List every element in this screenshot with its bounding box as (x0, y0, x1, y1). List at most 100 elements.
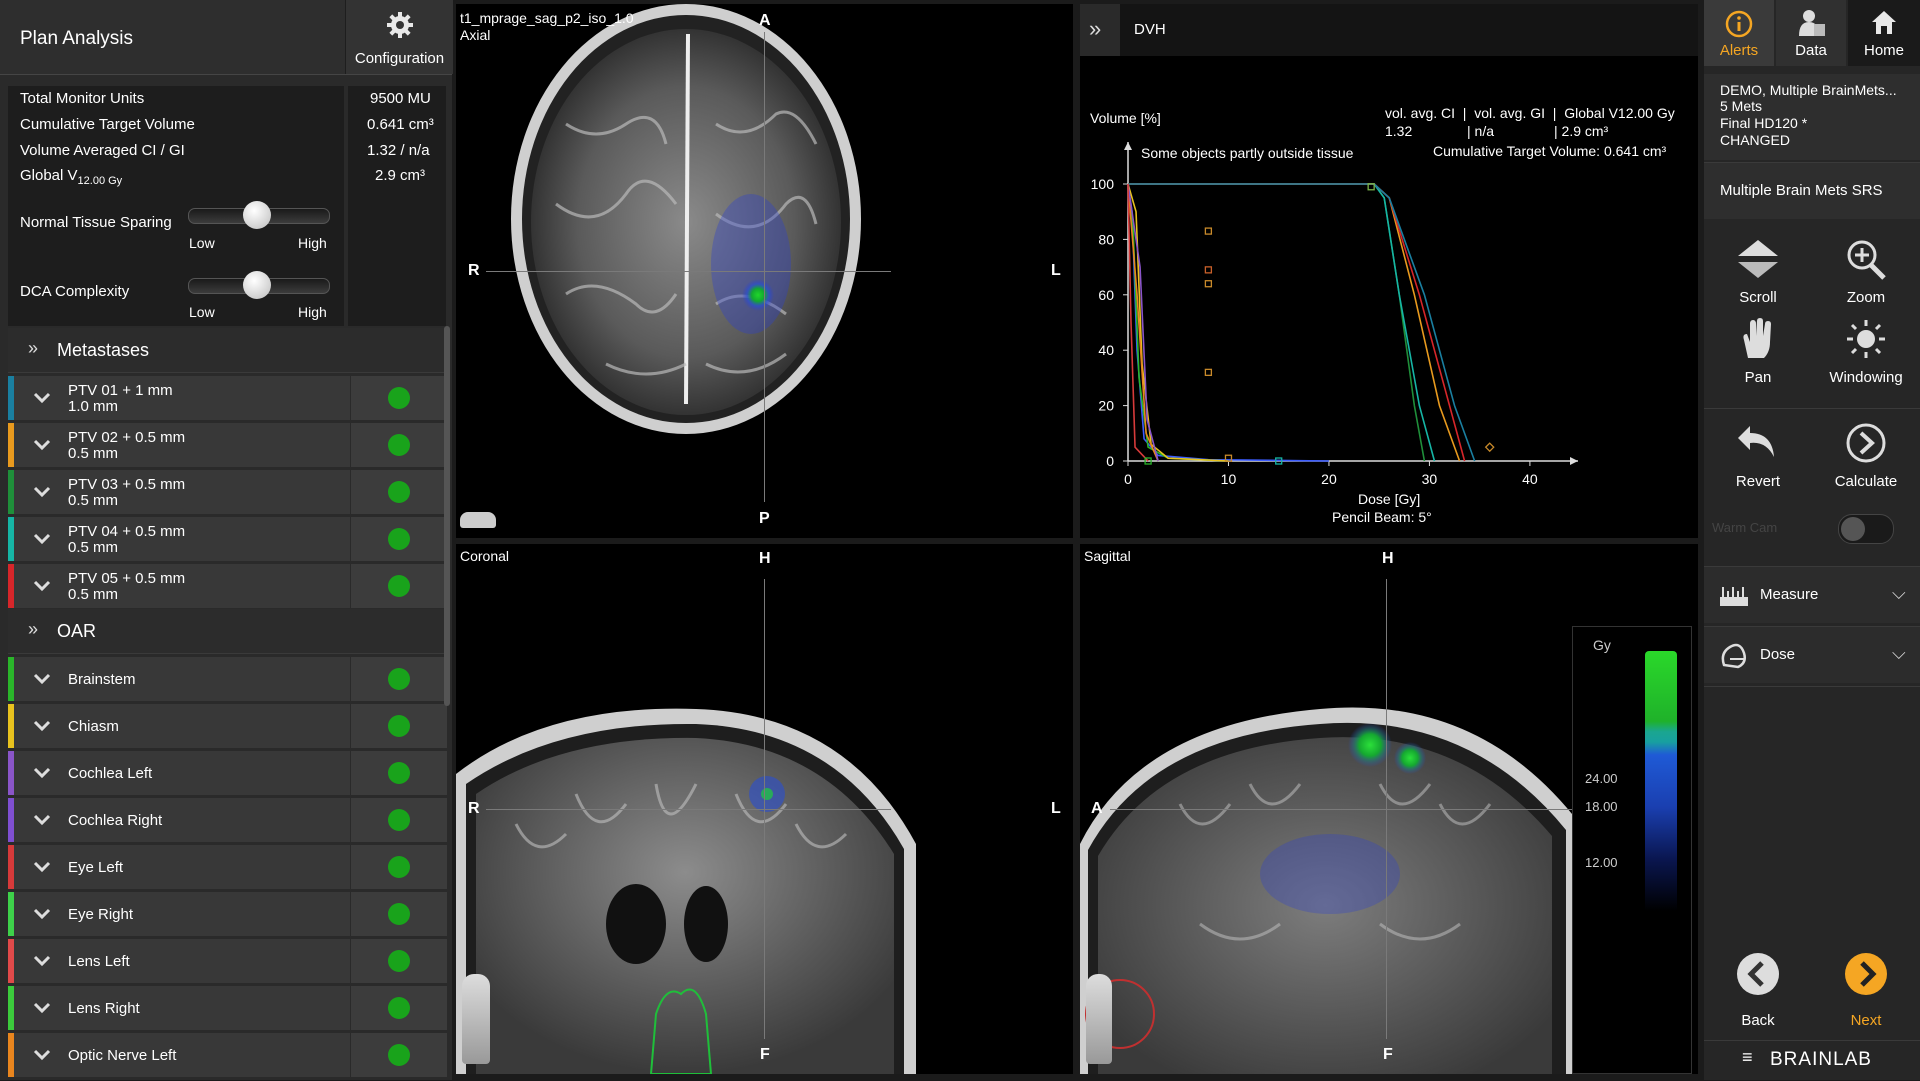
tab-home[interactable]: Home (1848, 0, 1920, 66)
section-title: OAR (57, 621, 97, 641)
toggle-switch[interactable] (1838, 514, 1894, 544)
chevron-down-icon[interactable] (22, 389, 62, 407)
oar-row[interactable]: Lens Right (8, 986, 447, 1030)
case-info[interactable]: DEMO, Multiple BrainMets... 5 Mets Final… (1704, 74, 1920, 160)
stat-label: Total Monitor Units (20, 90, 145, 107)
metastasis-row[interactable]: PTV 02 + 0.5 mm 0.5 mm (8, 423, 447, 467)
configuration-button[interactable]: Configuration (345, 0, 453, 74)
visibility-cell[interactable] (350, 892, 447, 936)
dose-colorbar[interactable] (1645, 651, 1677, 911)
dose-accordion[interactable]: Dose ⌵ (1704, 626, 1920, 683)
next-button[interactable]: Next (1812, 940, 1920, 1050)
status-indicator (388, 528, 410, 550)
stat-label-main: Global V (20, 167, 78, 184)
crosshair-horizontal[interactable] (486, 271, 891, 272)
dvh-curve (1128, 183, 1461, 462)
structure-color-bar (8, 845, 14, 889)
visibility-cell[interactable] (350, 423, 447, 467)
plan-name-row[interactable]: Multiple Brain Mets SRS (1704, 162, 1920, 219)
chevron-down-icon[interactable] (22, 1046, 62, 1064)
patient-orientation-icon (460, 512, 496, 528)
oar-row[interactable]: Cochlea Right (8, 798, 447, 842)
axial-viewport[interactable]: t1_mprage_sag_p2_iso_1.0 Axial A P R L (456, 4, 1073, 538)
back-button[interactable]: Back (1704, 940, 1812, 1050)
tab-alerts[interactable]: Alerts (1704, 0, 1774, 66)
configuration-label: Configuration (354, 50, 445, 67)
visibility-cell[interactable] (350, 704, 447, 748)
structure-name: PTV 03 + 0.5 mm (68, 476, 186, 493)
visibility-cell[interactable] (350, 751, 447, 795)
visibility-cell[interactable] (350, 845, 447, 889)
y-axis-arrow (1124, 142, 1132, 150)
chevron-down-icon[interactable] (22, 858, 62, 876)
visibility-cell[interactable] (350, 1033, 447, 1077)
brand-bar: ≡ BRAINLAB (1704, 1040, 1920, 1081)
chevron-down-icon[interactable] (22, 717, 62, 735)
slider-thumb[interactable] (243, 201, 271, 229)
scroll-tool[interactable]: Scroll (1704, 238, 1812, 306)
visibility-cell[interactable] (350, 564, 447, 608)
visibility-cell[interactable] (350, 798, 447, 842)
crosshair-vertical[interactable] (1386, 579, 1387, 1039)
dca-complexity-slider[interactable] (188, 271, 330, 299)
metastasis-row[interactable]: PTV 03 + 0.5 mm 0.5 mm (8, 470, 447, 514)
oar-row[interactable]: Cochlea Left (8, 751, 447, 795)
list-scrollbar[interactable] (444, 326, 450, 706)
windowing-tool[interactable]: Windowing (1812, 318, 1920, 386)
visibility-cell[interactable] (350, 517, 447, 561)
calculate-button[interactable]: Calculate (1812, 422, 1920, 490)
oar-row[interactable]: Optic Nerve Left (8, 1033, 447, 1077)
visibility-cell[interactable] (350, 657, 447, 701)
metastasis-row[interactable]: PTV 01 + 1 mm 1.0 mm (8, 376, 447, 420)
tab-data[interactable]: Data (1776, 0, 1846, 66)
structure-name: Eye Right (68, 906, 134, 923)
chevron-down-icon[interactable] (22, 764, 62, 782)
chevron-down-icon[interactable] (22, 952, 62, 970)
chevron-down-icon[interactable] (22, 999, 62, 1017)
crosshair-horizontal[interactable] (486, 809, 891, 810)
crosshair-vertical[interactable] (764, 579, 765, 1039)
oar-row[interactable]: Lens Left (8, 939, 447, 983)
visibility-cell[interactable] (350, 986, 447, 1030)
structure-name: Lens Left (68, 953, 130, 970)
divider (1704, 686, 1920, 687)
coronal-viewport[interactable]: Coronal H F R L (456, 544, 1073, 1074)
slider-thumb[interactable] (243, 271, 271, 299)
structure-color-bar (8, 376, 14, 420)
oar-row[interactable]: Brainstem (8, 657, 447, 701)
revert-button[interactable]: Revert (1704, 422, 1812, 490)
chevron-down-icon[interactable] (22, 811, 62, 829)
crosshair-vertical[interactable] (764, 32, 765, 502)
windowing-icon (1847, 320, 1885, 358)
visibility-cell[interactable] (350, 470, 447, 514)
oar-row[interactable]: Eye Left (8, 845, 447, 889)
zoom-tool[interactable]: Zoom (1812, 238, 1920, 306)
chevron-down-icon[interactable] (22, 530, 62, 548)
status-indicator (388, 434, 410, 456)
oar-row[interactable]: Eye Right (8, 892, 447, 936)
metastases-section-header[interactable]: » Metastases (8, 328, 446, 373)
metastasis-row[interactable]: PTV 05 + 0.5 mm 0.5 mm (8, 564, 447, 608)
sagittal-viewport[interactable]: Sagittal H F A P Gy 24.00 18.00 12.00 (1080, 544, 1698, 1074)
plan-analysis-panel: Plan Analysis Configuration Total Monito… (0, 0, 453, 1080)
normal-tissue-sparing-slider[interactable] (188, 201, 330, 229)
chevron-down-icon[interactable] (22, 483, 62, 501)
structure-name: PTV 02 + 0.5 mm (68, 429, 186, 446)
stat-label-sub: 12.00 Gy (77, 175, 123, 187)
dvh-curve (1128, 183, 1466, 462)
metastasis-row[interactable]: PTV 04 + 0.5 mm 0.5 mm (8, 517, 447, 561)
panel-header: Plan Analysis Configuration (0, 0, 453, 75)
oar-section-header[interactable]: » OAR (8, 609, 446, 654)
chevron-down-icon[interactable] (22, 670, 62, 688)
chevron-down-icon[interactable] (22, 577, 62, 595)
oar-row[interactable]: Chiasm (8, 704, 447, 748)
crosshair-horizontal[interactable] (1110, 809, 1580, 810)
pan-tool[interactable]: Pan (1704, 318, 1812, 386)
measure-accordion[interactable]: Measure ⌵ (1704, 566, 1920, 623)
visibility-cell[interactable] (350, 376, 447, 420)
chevron-down-icon[interactable] (22, 436, 62, 454)
chevron-down-icon[interactable] (22, 905, 62, 923)
structure-name: PTV 04 + 0.5 mm (68, 523, 186, 540)
series-title: t1_mprage_sag_p2_iso_1.0 (460, 10, 634, 26)
visibility-cell[interactable] (350, 939, 447, 983)
